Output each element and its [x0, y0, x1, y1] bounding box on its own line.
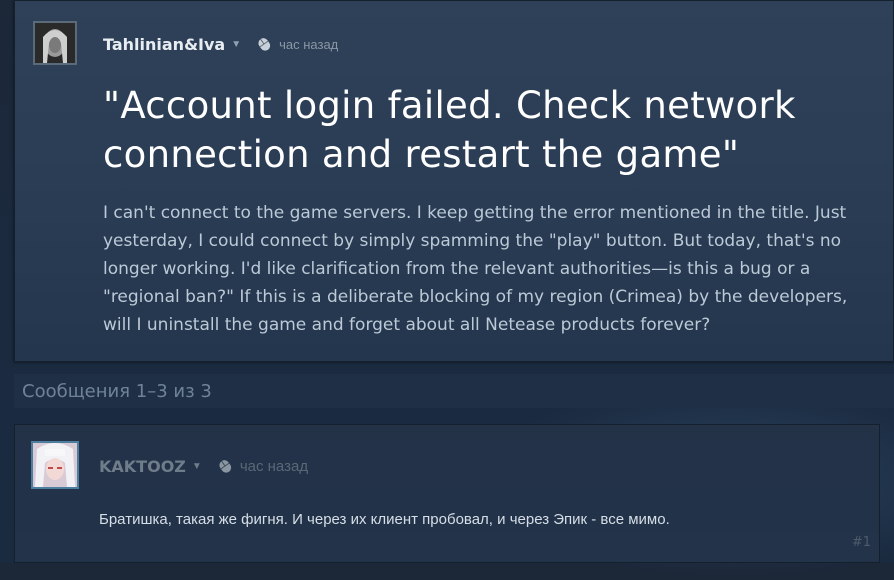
reply-author-row: KAKTOOZ ▼ час назад: [99, 455, 308, 477]
mouse-icon: [253, 35, 275, 53]
avatar-image: [33, 443, 77, 487]
avatar[interactable]: [33, 21, 77, 65]
chevron-down-icon[interactable]: ▼: [231, 39, 241, 50]
topic-body: I can't connect to the game servers. I k…: [103, 203, 848, 335]
post-time: час назад: [239, 457, 309, 475]
messages-count-label: Сообщения 1–3 из 3: [22, 380, 212, 402]
mouse-icon: [214, 457, 236, 475]
author-name[interactable]: KAKTOOZ: [99, 457, 186, 476]
author-name[interactable]: Tahlinian&Iva: [103, 35, 225, 54]
reply-body: Братишка, такая же фигня. И через их кли…: [99, 511, 670, 528]
avatar-image: [35, 23, 75, 63]
post-number[interactable]: #1: [852, 535, 871, 550]
reply-post: KAKTOOZ ▼ час назад Братишка, такая же ф…: [14, 424, 880, 563]
messages-count-bar: Сообщения 1–3 из 3: [14, 374, 894, 408]
post-time: час назад: [279, 36, 339, 52]
topic-post: Tahlinian&Iva ▼ час назад "Account login…: [14, 0, 894, 362]
topic-author-row: Tahlinian&Iva ▼ час назад: [103, 33, 338, 55]
page-title: "Account login failed. Check network con…: [103, 84, 796, 176]
chevron-down-icon[interactable]: ▼: [192, 461, 202, 472]
avatar[interactable]: [31, 441, 79, 489]
